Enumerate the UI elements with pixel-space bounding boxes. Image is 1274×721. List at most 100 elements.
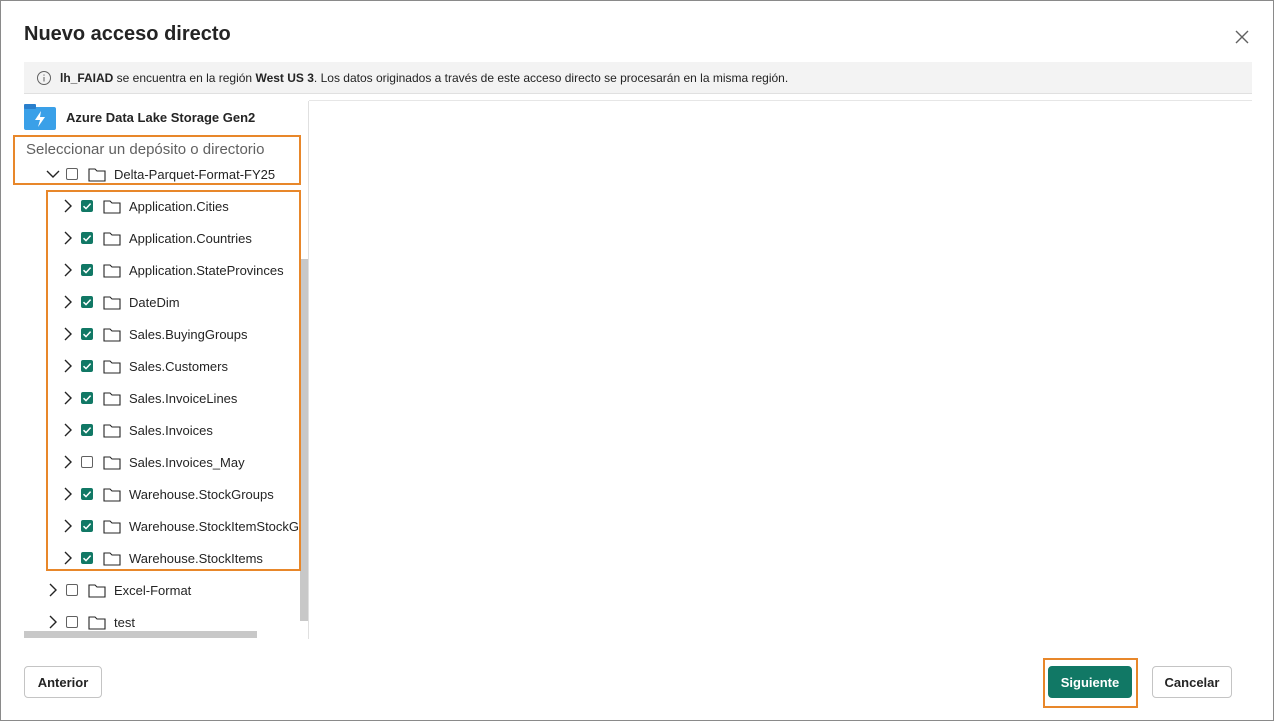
tree-item-checkbox[interactable] <box>81 328 93 340</box>
tree-item-checkbox[interactable] <box>81 520 93 532</box>
tree-item-label: Warehouse.StockItemStockG <box>129 518 300 534</box>
checkmark-icon <box>82 555 92 562</box>
root-checkbox[interactable] <box>66 168 78 180</box>
chevron-right-icon[interactable] <box>61 263 75 277</box>
dialog: Nuevo acceso directo lh_FAIAD se encuent… <box>0 0 1274 721</box>
tree-item[interactable]: Application.StateProvinces <box>61 254 284 286</box>
chevron-right-icon[interactable] <box>61 327 75 341</box>
tree-item[interactable]: Sales.Invoices_May <box>61 446 245 478</box>
folder-icon <box>103 327 121 342</box>
checkmark-icon <box>82 203 92 210</box>
tree-item[interactable]: Excel-Format <box>46 574 191 606</box>
back-button[interactable]: Anterior <box>24 666 102 698</box>
checkmark-icon <box>82 395 92 402</box>
tree-item[interactable]: Warehouse.StockGroups <box>61 478 274 510</box>
checkmark-icon <box>82 523 92 530</box>
horizontal-scrollbar[interactable] <box>24 631 257 638</box>
folder-icon <box>103 423 121 438</box>
tree-item-label: Warehouse.StockItems <box>129 550 263 566</box>
folder-icon <box>103 487 121 502</box>
folder-icon <box>103 519 121 534</box>
dialog-title: Nuevo acceso directo <box>24 23 231 45</box>
checkmark-icon <box>82 491 92 498</box>
tree-item-checkbox[interactable] <box>81 456 93 468</box>
chevron-right-icon[interactable] <box>61 455 75 469</box>
tree-item-label: Sales.Invoices <box>129 422 213 438</box>
folder-icon <box>103 391 121 406</box>
chevron-right-icon[interactable] <box>61 231 75 245</box>
tree-item-label: Sales.BuyingGroups <box>129 326 248 342</box>
tree-item[interactable]: Sales.Invoices <box>61 414 213 446</box>
chevron-right-icon[interactable] <box>61 359 75 373</box>
tree-item-checkbox[interactable] <box>81 232 93 244</box>
tree-item[interactable]: DateDim <box>61 286 180 318</box>
checkmark-icon <box>82 299 92 306</box>
folder-icon <box>88 167 106 182</box>
cancel-button[interactable]: Cancelar <box>1152 666 1232 698</box>
tree-item-checkbox[interactable] <box>81 296 93 308</box>
folder-icon <box>103 455 121 470</box>
chevron-right-icon[interactable] <box>46 583 60 597</box>
tree-item[interactable]: Sales.Customers <box>61 350 228 382</box>
tree-item-label: Warehouse.StockGroups <box>129 486 274 502</box>
source-name: Azure Data Lake Storage Gen2 <box>66 109 256 125</box>
tree-item-checkbox[interactable] <box>66 584 78 596</box>
select-directory-label: Seleccionar un depósito o directorio <box>26 141 265 158</box>
tree-item-checkbox[interactable] <box>81 424 93 436</box>
chevron-right-icon[interactable] <box>46 615 60 629</box>
tree-item[interactable]: Warehouse.StockItems <box>61 542 263 574</box>
tree-item-label: Sales.Invoices_May <box>129 454 245 470</box>
source-header: Azure Data Lake Storage Gen2 <box>24 104 255 130</box>
tree-item[interactable]: Warehouse.StockItemStockG <box>61 510 299 542</box>
chevron-right-icon[interactable] <box>61 423 75 437</box>
tree-item[interactable]: Sales.InvoiceLines <box>61 382 237 414</box>
tree-item-checkbox[interactable] <box>81 552 93 564</box>
region-name: West US 3 <box>255 70 314 85</box>
chevron-right-icon[interactable] <box>61 295 75 309</box>
folder-icon <box>103 263 121 278</box>
tree-item-label: Sales.InvoiceLines <box>129 390 238 406</box>
folder-icon <box>103 359 121 374</box>
chevron-right-icon[interactable] <box>61 551 75 565</box>
chevron-right-icon[interactable] <box>61 199 75 213</box>
info-icon <box>37 70 51 85</box>
checkmark-icon <box>82 331 92 338</box>
checkmark-icon <box>82 427 92 434</box>
vertical-scrollbar[interactable] <box>300 259 308 621</box>
checkmark-icon <box>82 267 92 274</box>
tree-item-label: DateDim <box>129 294 180 310</box>
next-button[interactable]: Siguiente <box>1048 666 1132 698</box>
tree-item-checkbox[interactable] <box>81 360 93 372</box>
tree-item-label: test <box>114 614 135 630</box>
pane-divider <box>308 101 309 639</box>
close-icon[interactable] <box>1231 26 1253 48</box>
tree-item[interactable]: Application.Countries <box>61 222 252 254</box>
tree-item-checkbox[interactable] <box>81 200 93 212</box>
tree-item-label: Application.Cities <box>129 198 229 214</box>
content-divider <box>309 100 1252 101</box>
chevron-right-icon[interactable] <box>61 519 75 533</box>
tree-root-item[interactable]: Delta-Parquet-Format-FY25 <box>46 158 275 190</box>
folder-icon <box>103 231 121 246</box>
chevron-right-icon[interactable] <box>61 487 75 501</box>
folder-icon <box>103 199 121 214</box>
lakehouse-name: lh_FAIAD <box>60 70 114 85</box>
tree-item-checkbox[interactable] <box>81 488 93 500</box>
folder-icon <box>88 583 106 598</box>
tree-item[interactable]: Sales.BuyingGroups <box>61 318 248 350</box>
folder-icon <box>88 615 106 630</box>
chevron-right-icon[interactable] <box>61 391 75 405</box>
tree-item-label: Application.StateProvinces <box>129 262 284 278</box>
adls-storage-icon <box>24 104 56 130</box>
folder-icon <box>103 551 121 566</box>
chevron-down-icon[interactable] <box>46 167 60 181</box>
tree-item-checkbox[interactable] <box>66 616 78 628</box>
tree-item-checkbox[interactable] <box>81 392 93 404</box>
tree-item[interactable]: Application.Cities <box>61 190 229 222</box>
tree-item-label: Excel-Format <box>114 582 192 598</box>
info-text-2: . Los datos originados a través de este … <box>313 70 789 85</box>
info-text-1: se encuentra en la región <box>113 70 256 85</box>
root-label: Delta-Parquet-Format-FY25 <box>114 166 276 182</box>
tree-item-label: Application.Countries <box>129 230 252 246</box>
tree-item-checkbox[interactable] <box>81 264 93 276</box>
